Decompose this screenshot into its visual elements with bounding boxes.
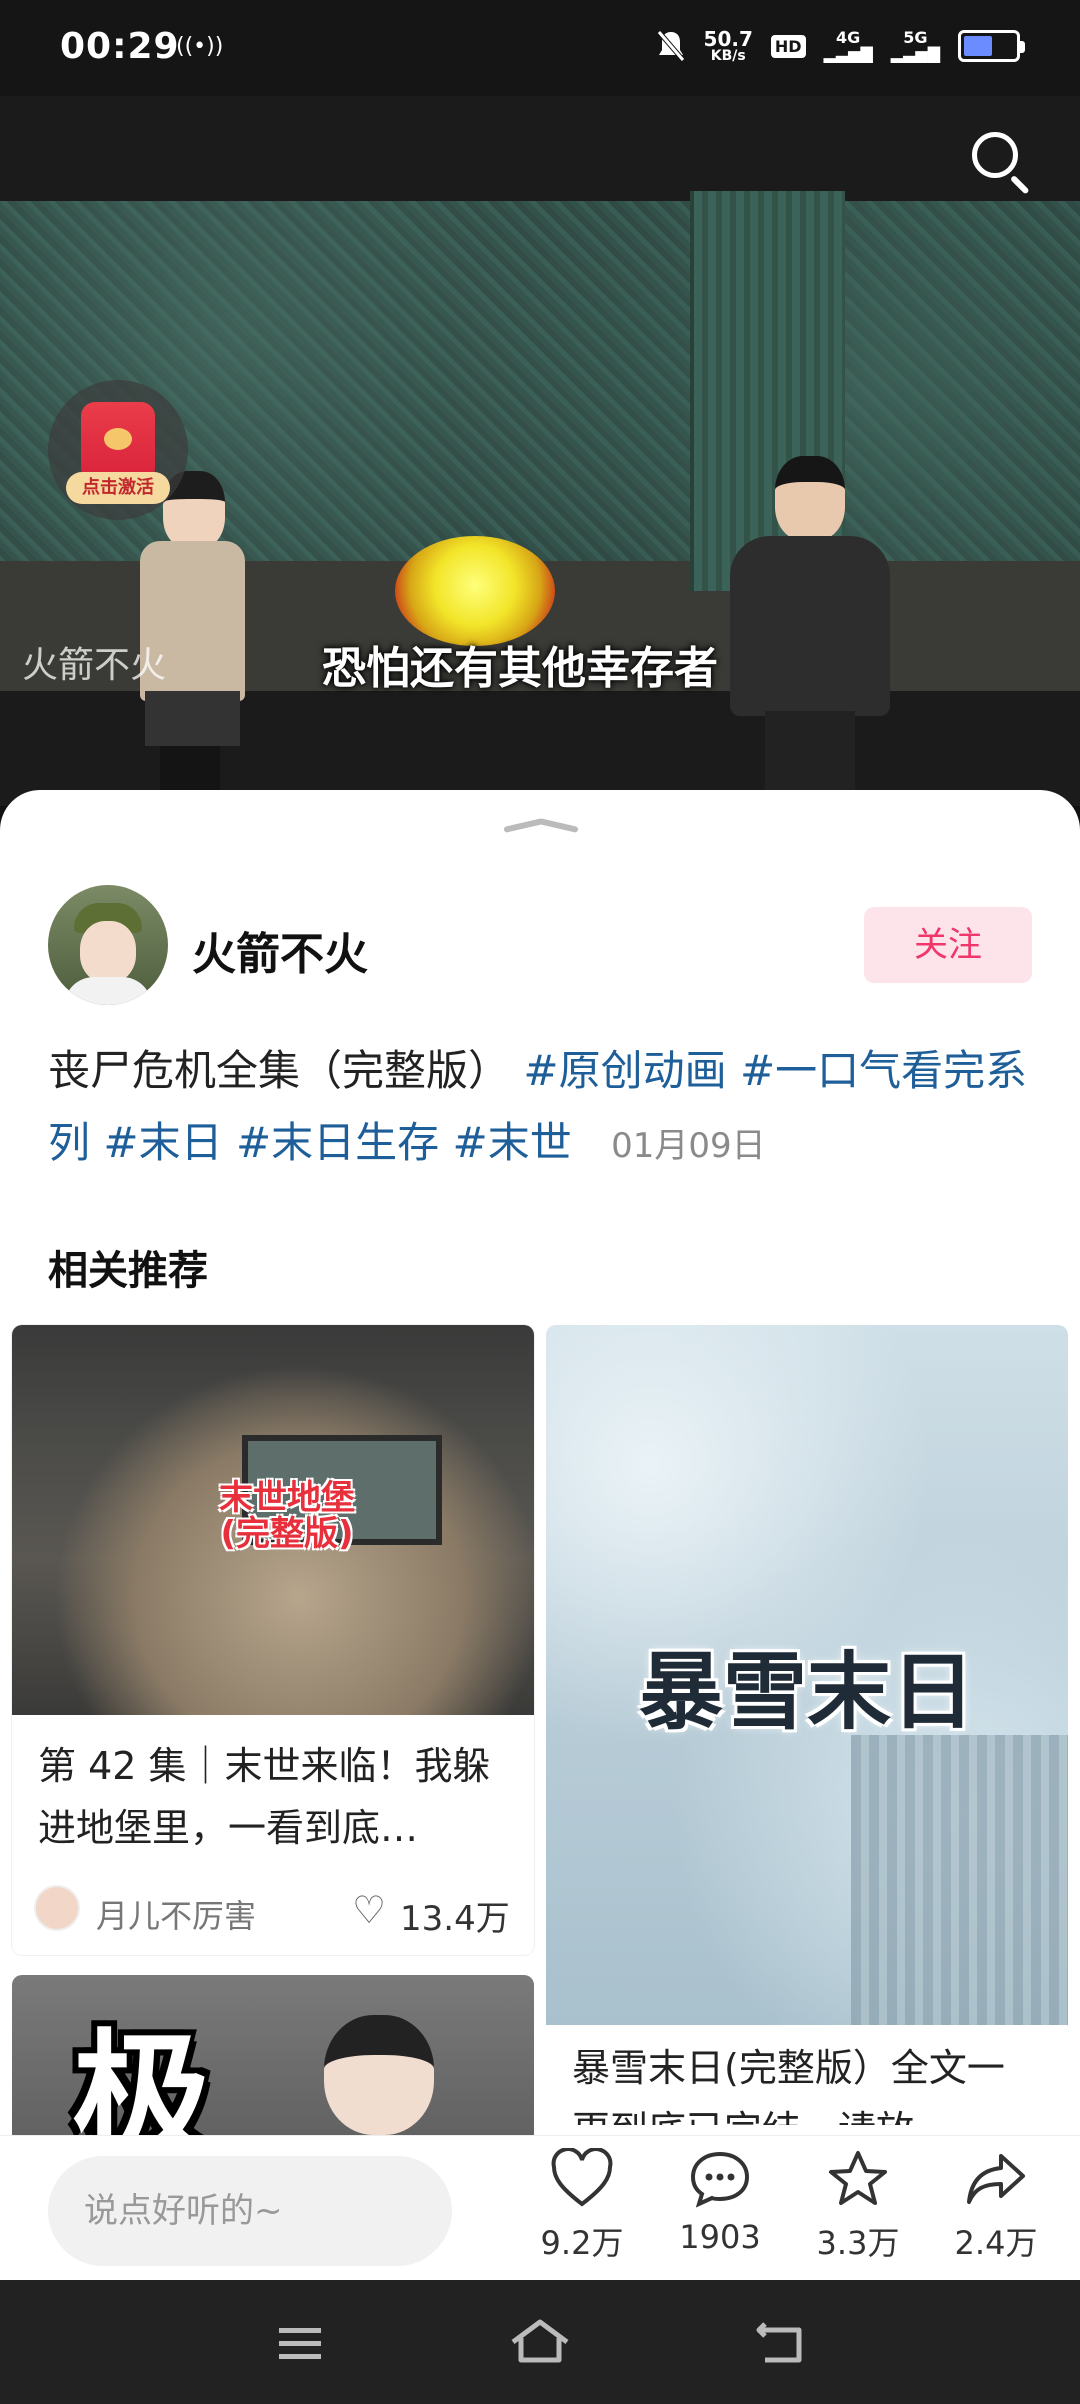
- share-count: 2.4万: [954, 2224, 1038, 2262]
- home-icon[interactable]: [505, 2308, 575, 2378]
- author-name[interactable]: 火箭不火: [192, 918, 368, 982]
- mute-icon: [656, 24, 686, 68]
- card-author-avatar: [34, 1885, 80, 1931]
- signal-sim2: 5G ▂▃▅▇: [890, 28, 940, 63]
- card-title: 第 42 集｜末世来临！我躲进地堡里，一看到底…: [38, 1744, 491, 1850]
- battery-icon: [958, 24, 1025, 68]
- share-icon: [967, 2154, 1025, 2204]
- card-thumbnail: 极: [12, 1975, 534, 2140]
- campfire: [395, 536, 555, 646]
- post-date: 01月09日: [611, 1126, 766, 1166]
- heart-icon: [551, 2148, 613, 2207]
- card-thumbnail: 末世地堡 (完整版): [12, 1325, 534, 1715]
- back-icon[interactable]: [745, 2308, 815, 2378]
- share-button[interactable]: 2.4万: [936, 2148, 1056, 2264]
- comment-count: 1903: [679, 2218, 761, 2256]
- status-bar: 00:29 ((•)) 50.7 KB/s HD 4G ▂▃▅▇ 5G ▂▃▅▇: [0, 0, 1080, 96]
- hashtag-link[interactable]: #末世: [453, 1118, 572, 1167]
- card-like-count: 13.4万: [400, 1899, 510, 1939]
- hashtag-link[interactable]: #原创动画: [523, 1046, 726, 1095]
- character-boy: [725, 456, 895, 806]
- related-card[interactable]: 极: [12, 1975, 534, 2140]
- like-count: 9.2万: [540, 2224, 624, 2262]
- status-icons: 50.7 KB/s HD 4G ▂▃▅▇ 5G ▂▃▅▇: [656, 24, 1025, 68]
- system-nav-bar: [0, 2280, 1080, 2404]
- signal-bars-icon: ▂▃▅▇: [890, 44, 940, 63]
- favorite-button[interactable]: 3.3万: [798, 2148, 918, 2264]
- star-icon: [829, 2151, 887, 2205]
- net-speed: 50.7 KB/s: [703, 27, 753, 64]
- red-packet-button[interactable]: 点击激活: [48, 380, 188, 520]
- like-button[interactable]: 9.2万: [522, 2148, 642, 2264]
- detail-sheet: 火箭不火 关注 丧尸危机全集（完整版） #原创动画 #一口气看完系列 #末日 #…: [0, 790, 1080, 2140]
- signal-bars-icon: ▂▃▅▇: [823, 44, 873, 63]
- hashtag-link[interactable]: #末日生存: [236, 1118, 439, 1167]
- search-icon[interactable]: [966, 126, 1036, 196]
- related-card[interactable]: 末世地堡 (完整版) 第 42 集｜末世来临！我躲进地堡里，一看到底… 月儿不厉…: [12, 1325, 534, 1955]
- collapse-handle-icon[interactable]: [503, 812, 577, 834]
- card-author-name: 月儿不厉害: [96, 1897, 257, 1935]
- related-card[interactable]: 暴雪末日 暴雪末日(完整版）全文一更到底已完结，请放…: [546, 1325, 1068, 2125]
- hashtag-link[interactable]: #末日: [103, 1118, 222, 1167]
- follow-button[interactable]: 关注: [864, 907, 1032, 983]
- red-packet-label: 点击激活: [66, 472, 170, 504]
- post-description: 丧尸危机全集（完整版） #原创动画 #一口气看完系列 #末日 #末日生存 #末世…: [48, 1035, 1038, 1182]
- comment-icon: [690, 2151, 750, 2208]
- hotspot-icon: ((•)): [176, 34, 224, 59]
- thumbnail-title: 末世地堡 (完整版): [219, 1478, 355, 1554]
- signal-sim1: 4G ▂▃▅▇: [823, 28, 873, 63]
- hd-icon: HD: [770, 24, 806, 68]
- comment-button[interactable]: 1903: [660, 2148, 780, 2256]
- favorite-count: 3.3万: [816, 2224, 900, 2262]
- post-title: 丧尸危机全集（完整版）: [48, 1046, 511, 1095]
- video-player[interactable]: 点击激活 火箭不火 恐怕还有其他幸存者: [0, 96, 1080, 806]
- heart-icon[interactable]: ♡: [352, 1888, 386, 1932]
- menu-icon[interactable]: [265, 2308, 335, 2378]
- action-bar: 说点好听的~ 9.2万 1903 3.3万 2.4万: [0, 2135, 1080, 2280]
- thumbnail-title: 极: [72, 2017, 213, 2140]
- comment-input[interactable]: 说点好听的~: [48, 2156, 452, 2266]
- card-title: 暴雪末日(完整版）全文一更到底已完结，请放…: [572, 2046, 1005, 2125]
- thumbnail-title: 暴雪末日: [638, 1643, 975, 1741]
- status-time: 00:29: [60, 26, 180, 67]
- related-section-title: 相关推荐: [48, 1248, 208, 1294]
- coin-icon: [104, 428, 132, 450]
- author-avatar[interactable]: [48, 885, 168, 1005]
- video-subtitle: 恐怕还有其他幸存者: [322, 643, 718, 694]
- card-thumbnail: 暴雪末日: [546, 1325, 1068, 2025]
